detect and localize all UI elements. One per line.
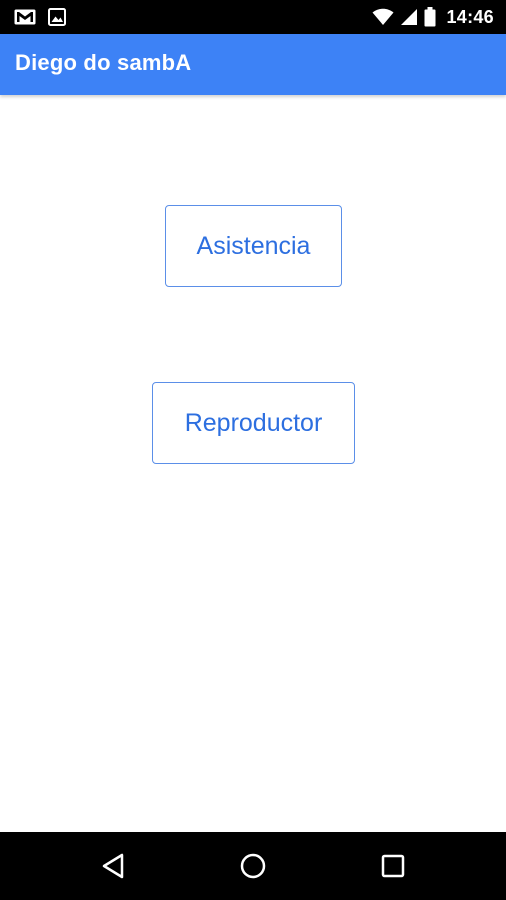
signal-icon (400, 8, 418, 26)
status-time: 14:46 (446, 6, 494, 27)
notification-area (14, 7, 66, 27)
back-icon (100, 852, 126, 880)
recents-icon (380, 853, 406, 879)
reproductor-button[interactable]: Reproductor (152, 382, 355, 464)
home-button[interactable] (237, 850, 269, 882)
back-button[interactable] (97, 850, 129, 882)
wifi-icon (372, 8, 394, 26)
image-icon (48, 8, 66, 26)
app-title: Diego do sambA (15, 50, 192, 75)
status-bar: 14:46 (0, 0, 506, 34)
system-status-area: 14:46 (372, 5, 494, 29)
app-bar: Diego do sambA (0, 34, 506, 95)
home-icon (239, 852, 267, 880)
battery-icon (424, 7, 436, 27)
app-screen: 14:46 Diego do sambA Asistencia Reproduc… (0, 0, 506, 900)
navigation-bar (0, 832, 506, 900)
asistencia-button[interactable]: Asistencia (165, 205, 342, 287)
recents-button[interactable] (377, 850, 409, 882)
gmail-icon (14, 9, 36, 25)
